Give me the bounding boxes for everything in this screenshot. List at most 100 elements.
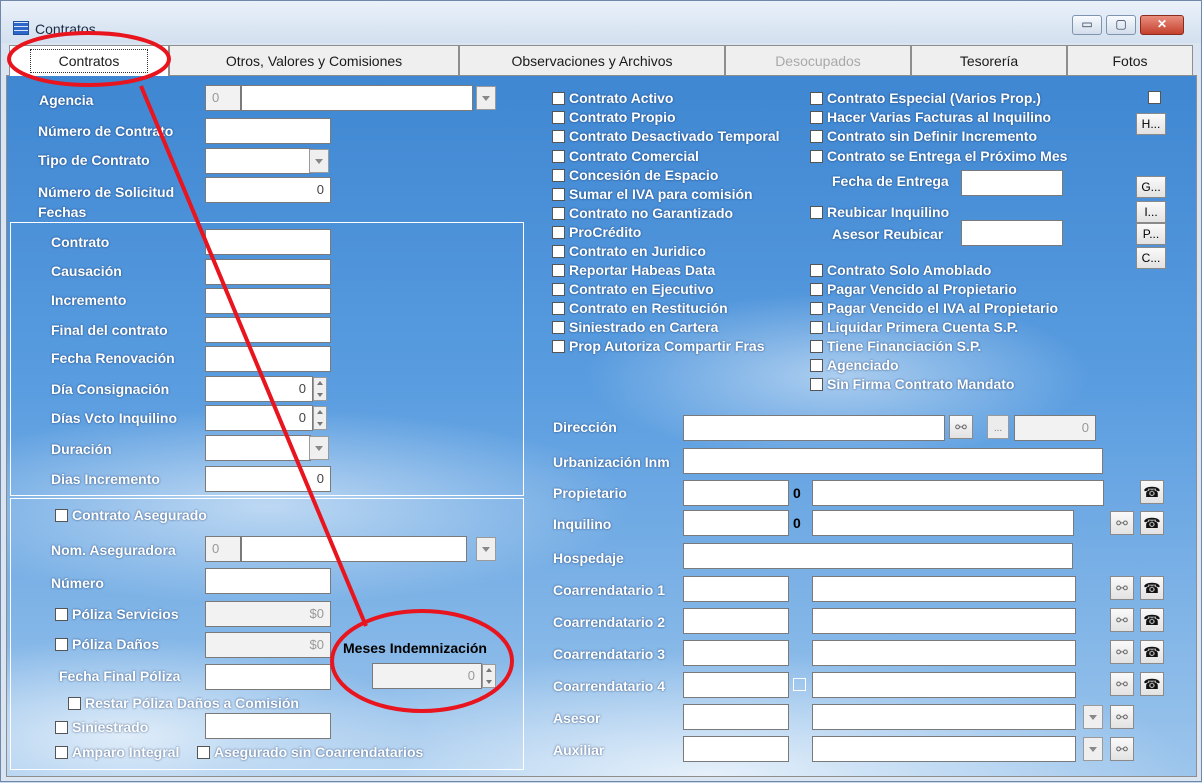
minimize-button[interactable]: ▭ [1072,15,1102,35]
auxiliar-name-field[interactable] [812,736,1076,762]
close-button[interactable]: ✕ [1140,15,1184,35]
contrato-no-garantizado-checkbox[interactable] [552,207,565,220]
coarrendatario-1-name-field[interactable] [812,576,1076,602]
direccion-ellipsis-button[interactable]: ... [987,415,1009,439]
coarrendatario-3-search-button[interactable]: ⚯ [1110,640,1134,664]
asegurado-sin-coarrendatarios-checkbox[interactable] [197,746,210,759]
aseguradora-dropdown-button[interactable] [476,537,496,561]
coarrendatario-1-code-field[interactable] [683,576,789,602]
coarrendatario-3-phone-button[interactable]: ☎ [1140,640,1164,664]
direccion-number-field[interactable]: 0 [1014,415,1096,441]
tipo-contrato-dropdown-button[interactable] [309,149,329,173]
sin-firma-contrato-mandato-checkbox[interactable] [810,378,823,391]
propietario-name-field[interactable] [812,480,1104,506]
fecha-contrato-field[interactable] [205,229,331,255]
meses-indemnizacion-field[interactable]: 0 [372,663,482,689]
agencia-dropdown-button[interactable] [476,86,496,110]
tab-tesoreria[interactable]: Tesorería [911,45,1067,75]
fecha-renovacion-field[interactable] [205,346,331,372]
reubicar-inquilino-checkbox[interactable] [810,206,823,219]
inquilino-phone-button[interactable]: ☎ [1140,511,1164,535]
poliza-servicios-field[interactable]: $0 [205,601,331,627]
p-button[interactable]: P... [1136,223,1166,245]
dia-consignacion-spinner[interactable] [313,377,327,401]
hospedaje-field[interactable] [683,543,1073,569]
asesor-reubicar-field[interactable] [961,220,1063,246]
contrato-propio-checkbox[interactable] [552,111,565,124]
tab-contratos[interactable]: Contratos [9,45,169,76]
coarrendatario-4-code-field[interactable] [683,672,789,698]
pagar-vencido-al-propietario-checkbox[interactable] [810,283,823,296]
agencia-name-field[interactable] [241,85,473,111]
coarrendatario-2-search-button[interactable]: ⚯ [1110,608,1134,632]
coarrendatario-2-code-field[interactable] [683,608,789,634]
contrato-activo-checkbox[interactable] [552,92,565,105]
contrato-comercial-checkbox[interactable] [552,150,565,163]
tipo-contrato-field[interactable] [205,148,311,174]
g-button[interactable]: G... [1136,176,1166,198]
propietario-phone-button[interactable]: ☎ [1140,480,1164,504]
contrato-sin-definir-incremento-checkbox[interactable] [810,130,823,143]
contrato-en-ejecutivo-checkbox[interactable] [552,283,565,296]
dias-vcto-inquilino-spinner[interactable] [313,406,327,430]
coarrendatario-4-search-button[interactable]: ⚯ [1110,672,1134,696]
contrato-se-entrega-el-proximo-mes-checkbox[interactable] [810,150,823,163]
fecha-incremento-field[interactable] [205,288,331,314]
asesor-search-button[interactable]: ⚯ [1110,705,1134,729]
coarrendatario-2-phone-button[interactable]: ☎ [1140,608,1164,632]
siniestrado-field[interactable] [205,713,331,739]
siniestrado-en-cartera-checkbox[interactable] [552,321,565,334]
aseguradora-code-field[interactable]: 0 [205,536,241,562]
inquilino-code-field[interactable] [683,510,789,536]
poliza-danos-checkbox[interactable] [55,638,68,651]
fecha-final-poliza-field[interactable] [205,664,331,690]
agenciado-checkbox[interactable] [810,359,823,372]
coarrendatario-3-code-field[interactable] [683,640,789,666]
aseguradora-name-field[interactable] [241,536,467,562]
fecha-causacion-field[interactable] [205,259,331,285]
concesion-de-espacio-checkbox[interactable] [552,169,565,182]
extra-flag-checkbox[interactable] [1148,91,1161,104]
asesor-name-field[interactable] [812,704,1076,730]
urbanizacion-field[interactable] [683,448,1103,474]
direccion-search-button[interactable]: ⚯ [949,415,973,439]
numero-poliza-field[interactable] [205,568,331,594]
pagar-vencido-el-iva-al-propietario-checkbox[interactable] [810,302,823,315]
coarrendatario-4-phone-button[interactable]: ☎ [1140,672,1164,696]
dias-vcto-inquilino-field[interactable]: 0 [205,405,313,431]
fecha-entrega-field[interactable] [961,170,1063,196]
agencia-code-field[interactable]: 0 [205,85,241,111]
title-bar[interactable]: Contratos ▭ ▢ ✕ [1,1,1201,43]
propietario-code-field[interactable] [683,480,789,506]
duracion-dropdown-button[interactable] [309,436,329,460]
duracion-field[interactable] [205,435,311,461]
siniestrado-checkbox[interactable] [55,721,68,734]
contrato-desactivado-temporal-checkbox[interactable] [552,130,565,143]
contrato-en-juridico-checkbox[interactable] [552,245,565,258]
dia-consignacion-field[interactable]: 0 [205,376,313,402]
contrato-especial-varios-prop-checkbox[interactable] [810,92,823,105]
inquilino-name-field[interactable] [812,510,1074,536]
sumar-el-iva-para-comision-checkbox[interactable] [552,188,565,201]
numero-solicitud-field[interactable]: 0 [205,177,331,203]
coarrendatario-1-search-button[interactable]: ⚯ [1110,576,1134,600]
prop-autoriza-compartir-fras-checkbox[interactable] [552,340,565,353]
h-button[interactable]: H... [1136,113,1166,135]
coarrendatario-2-name-field[interactable] [812,608,1076,634]
maximize-button[interactable]: ▢ [1106,15,1136,35]
contrato-solo-amoblado-checkbox[interactable] [810,264,823,277]
auxiliar-search-button[interactable]: ⚯ [1110,737,1134,761]
dias-incremento-field[interactable]: 0 [205,466,331,492]
poliza-servicios-checkbox[interactable] [55,608,68,621]
restar-poliza-checkbox[interactable] [68,697,81,710]
amparo-integral-checkbox[interactable] [55,746,68,759]
reportar-habeas-data-checkbox[interactable] [552,264,565,277]
auxiliar-dropdown-button[interactable] [1083,737,1103,761]
asesor-dropdown-button[interactable] [1083,705,1103,729]
liquidar-primera-cuenta-s-p-checkbox[interactable] [810,321,823,334]
tab-otros-valores-comisiones[interactable]: Otros, Valores y Comisiones [169,45,459,75]
contrato-en-restitucion-checkbox[interactable] [552,302,565,315]
tab-fotos[interactable]: Fotos [1067,45,1193,75]
direccion-field[interactable] [683,415,945,441]
fecha-final-contrato-field[interactable] [205,317,331,343]
